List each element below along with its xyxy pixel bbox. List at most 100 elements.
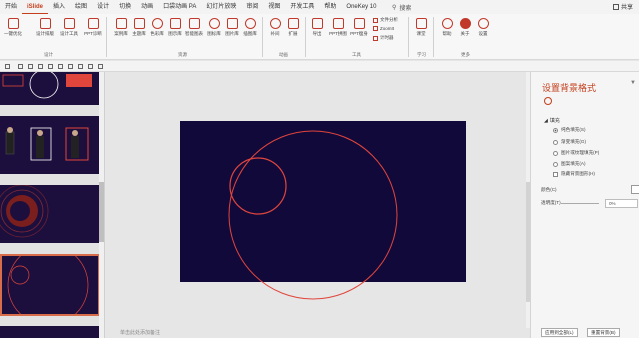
thumbnail-2-art (5, 127, 89, 161)
help-icon (441, 18, 453, 29)
extend-button[interactable]: 扩展 (286, 18, 300, 37)
hide-background-checkbox[interactable]: 隐藏背景图形(H) (553, 171, 595, 177)
about-button[interactable]: 关于 (458, 18, 472, 37)
tab-draw[interactable]: 绘图 (70, 0, 92, 14)
fill-section-header[interactable]: ◢ 填充 (544, 117, 560, 125)
one-click-optimize-button[interactable]: 一键优化 (4, 18, 22, 37)
classroom-button[interactable]: 课堂 (414, 18, 428, 37)
tab-islide[interactable]: iSlide (22, 0, 49, 14)
brush-icon[interactable] (18, 64, 23, 69)
settings-button[interactable]: 设置 (476, 18, 490, 37)
tab-onekey[interactable]: OneKey 10 (341, 0, 381, 14)
palette-icon (151, 18, 163, 29)
ribbon: 一键优化 设计排版 设计工具 PPT诊断 案例库 主题库 色彩库 图示库 智能图… (0, 14, 639, 60)
slide-thumbnail-3[interactable] (0, 185, 99, 243)
checkbox-icon (553, 171, 558, 177)
search-box[interactable]: ⚲ 搜索 (392, 3, 411, 12)
illustration-library-button[interactable]: 插图库 (243, 18, 257, 37)
tab-home[interactable]: 开始 (0, 0, 22, 14)
picture-fill-radio[interactable]: 图片或纹理填充(P) (553, 150, 599, 156)
slide-thumbnail-2[interactable] (0, 116, 99, 174)
search-icon: ⚲ (392, 5, 397, 11)
group-label-learning: 学习 (417, 52, 426, 57)
gear-icon (477, 18, 489, 29)
tween-icon (269, 18, 281, 29)
tab-slideshow[interactable]: 幻灯片放映 (201, 0, 241, 14)
solid-fill-radio[interactable]: 纯色填充(S) (553, 127, 586, 133)
gradient-fill-radio[interactable]: 渐变填充(G) (553, 139, 586, 145)
optimize-icon (7, 18, 19, 29)
theme-library-button[interactable]: 主题库 (132, 18, 146, 37)
export-icon (311, 18, 323, 29)
zoomit-button[interactable]: ZoomIt (373, 26, 394, 31)
crop-icon[interactable] (68, 64, 73, 69)
search-label: 搜索 (399, 6, 412, 12)
picture-library-button[interactable]: 图片库 (225, 18, 239, 37)
menu-bar: 开始 iSlide 插入 绘图 设计 切换 动画 口袋动画 PA 幻灯片放映 审… (0, 0, 639, 14)
tab-animations[interactable]: 动画 (136, 0, 158, 14)
share-icon (612, 3, 619, 10)
puzzle-icon (332, 18, 344, 29)
smart-chart-button[interactable]: 智能图表 (185, 18, 203, 37)
transparency-input[interactable]: 0% (605, 199, 638, 208)
icon-library-button[interactable]: 图标库 (207, 18, 221, 37)
picture-icon (226, 18, 238, 29)
case-library-button[interactable]: 案例库 (114, 18, 128, 37)
current-slide[interactable] (180, 121, 466, 282)
notes-area[interactable]: 单击此处添加备注 (115, 329, 525, 338)
distribute-icon[interactable] (88, 64, 93, 69)
share-button[interactable]: 共享 (612, 2, 633, 11)
format-background-pane: 设置背景格式 ▼ ◢ 填充 纯色填充(S) 渐变填充(G) 图片或纹理填充(P)… (530, 72, 639, 338)
quick-access-toolbar (0, 61, 639, 72)
file-analysis-button[interactable]: 文件分析 (373, 17, 398, 23)
design-layout-button[interactable]: 设计排版 (36, 18, 54, 37)
tween-button[interactable]: 补间 (268, 18, 282, 37)
pattern-fill-radio[interactable]: 图案填充(A) (553, 161, 586, 167)
grid-icon[interactable] (58, 64, 63, 69)
thumbnail-3-art (0, 185, 49, 238)
tab-pocket-animation[interactable]: 口袋动画 PA (158, 0, 201, 14)
tab-developer[interactable]: 开发工具 (285, 0, 319, 14)
tab-transitions[interactable]: 切换 (114, 0, 136, 14)
reset-background-button[interactable]: 重置背景(B) (587, 328, 620, 337)
timer-button[interactable]: 计时器 (373, 35, 394, 41)
fill-bucket-icon[interactable] (544, 97, 552, 105)
shape-icon[interactable] (28, 64, 33, 69)
export-button[interactable]: 导出 (310, 18, 324, 37)
collapse-triangle-icon: ◢ (544, 117, 548, 124)
tab-view[interactable]: 视图 (263, 0, 285, 14)
dropper-icon[interactable] (48, 64, 53, 69)
close-icon[interactable]: ▼ (630, 80, 636, 86)
group-label-resources: 资源 (178, 52, 187, 57)
tab-insert[interactable]: 插入 (48, 0, 70, 14)
tab-design[interactable]: 设计 (92, 0, 114, 14)
thumbnail-scrollbar[interactable] (99, 72, 104, 338)
color-picker-button[interactable] (631, 185, 639, 194)
slide-thumbnail-5[interactable] (0, 326, 99, 338)
zoom-icon (373, 26, 378, 31)
thumbnail-1-art (2, 72, 92, 99)
rotate-icon[interactable] (78, 64, 83, 69)
design-tools-button[interactable]: 设计工具 (60, 18, 78, 37)
color-library-button[interactable]: 色彩库 (150, 18, 164, 37)
slide-thumbnail-4-selected[interactable] (0, 254, 100, 316)
ppt-diagnose-button[interactable]: PPT诊断 (84, 18, 102, 37)
slide-thumbnail-1[interactable] (0, 72, 99, 105)
radio-icon (553, 127, 558, 133)
transparency-slider[interactable] (561, 203, 599, 204)
ppt-slim-button[interactable]: PPT瘦身 (350, 18, 368, 37)
align-icon[interactable] (5, 64, 10, 69)
group-icon[interactable] (98, 64, 103, 69)
radio-icon (553, 139, 558, 145)
apply-to-all-button[interactable]: 应用到全部(L) (541, 328, 578, 337)
thumbnail-scrollbar-thumb[interactable] (99, 182, 104, 242)
tab-review[interactable]: 审阅 (241, 0, 263, 14)
help-button[interactable]: 帮助 (440, 18, 454, 37)
tab-help[interactable]: 帮助 (319, 0, 341, 14)
transparency-label: 透明度(T) (541, 200, 561, 205)
ppt-puzzle-button[interactable]: PPT拼图 (329, 18, 347, 37)
timer-icon (373, 35, 378, 41)
layer-icon[interactable] (38, 64, 43, 69)
about-icon (459, 18, 471, 29)
diagram-library-button[interactable]: 图示库 (168, 18, 182, 37)
